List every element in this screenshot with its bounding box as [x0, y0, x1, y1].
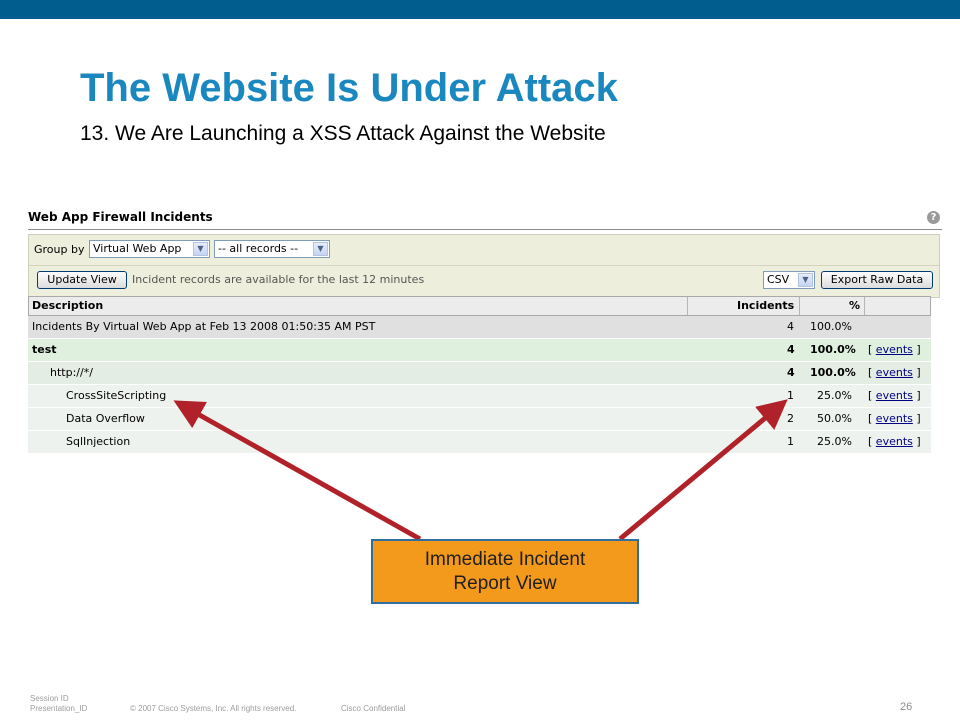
help-icon[interactable]: ?: [927, 211, 940, 224]
table-row: Incidents By Virtual Web App at Feb 13 2…: [28, 316, 931, 339]
format-value: CSV: [767, 273, 790, 286]
export-raw-data-button[interactable]: Export Raw Data: [821, 271, 933, 289]
bracket-close: ]: [916, 389, 921, 402]
table-row: http://*/ 4 100.0% [ events ]: [28, 362, 931, 385]
bracket-close: ]: [916, 343, 921, 356]
row-description: Data Overflow: [66, 412, 145, 425]
row-incidents: 4: [787, 343, 795, 356]
top-bar: [0, 0, 960, 19]
table-header: Description Incidents %: [28, 296, 931, 316]
row-percent: 100.0%: [810, 343, 856, 356]
chevron-down-icon: ▼: [798, 273, 813, 287]
row-description: Incidents By Virtual Web App at Feb 13 2…: [32, 320, 376, 333]
events-link[interactable]: events: [876, 366, 913, 379]
events-link-cell: [ events ]: [868, 362, 921, 384]
callout-line-2: Report View: [453, 573, 557, 594]
row-description: CrossSiteScripting: [66, 389, 167, 402]
format-select[interactable]: CSV ▼: [763, 271, 815, 289]
column-divider: [687, 297, 688, 315]
row-description: test: [32, 343, 57, 356]
panel-title: Web App Firewall Incidents: [28, 210, 213, 224]
callout-box: Immediate Incident Report View: [371, 539, 639, 604]
column-divider: [864, 297, 865, 315]
bracket-open: [: [868, 389, 873, 402]
bracket-open: [: [868, 366, 873, 379]
table-row: CrossSiteScripting 1 25.0% [ events ]: [28, 385, 931, 408]
bracket-open: [: [868, 343, 873, 356]
table-row: SqlInjection 1 25.0% [ events ]: [28, 431, 931, 454]
footer-copyright: © 2007 Cisco Systems, Inc. All rights re…: [130, 704, 297, 713]
bracket-open: [: [868, 412, 873, 425]
row-incidents: 1: [787, 435, 794, 448]
records-note: Incident records are available for the l…: [132, 273, 425, 286]
slide-title: The Website Is Under Attack: [80, 66, 618, 110]
row-percent: 25.0%: [817, 435, 852, 448]
chevron-down-icon: ▼: [313, 242, 328, 256]
events-link-cell: [ events ]: [868, 408, 921, 430]
slide-subtitle: 13. We Are Launching a XSS Attack Agains…: [80, 122, 606, 145]
column-divider: [799, 297, 800, 315]
events-link-cell: [ events ]: [868, 339, 921, 361]
bracket-close: ]: [916, 366, 921, 379]
row-description: SqlInjection: [66, 435, 131, 448]
events-link-cell: [ events ]: [868, 431, 921, 453]
row-percent: 50.0%: [817, 412, 852, 425]
chevron-down-icon: ▼: [193, 242, 208, 256]
callout-line-1: Immediate Incident: [424, 549, 586, 570]
events-link[interactable]: events: [876, 435, 913, 448]
row-incidents: 4: [787, 320, 794, 333]
events-link[interactable]: events: [876, 389, 913, 402]
toolbar-separator: [29, 265, 939, 266]
row-percent: 25.0%: [817, 389, 852, 402]
row-percent: 100.0%: [810, 320, 852, 333]
records-select[interactable]: -- all records -- ▼: [214, 240, 330, 258]
toolbar: Group by Virtual Web App ▼ -- all record…: [28, 234, 940, 298]
events-link-cell: [ events ]: [868, 385, 921, 407]
bracket-open: [: [868, 435, 873, 448]
row-incidents: 4: [787, 366, 795, 379]
incidents-table: Description Incidents % Incidents By Vir…: [28, 296, 931, 454]
group-by-value: Virtual Web App: [93, 242, 182, 255]
incidents-panel: Web App Firewall Incidents ? Group by Vi…: [28, 206, 942, 454]
row-incidents: 2: [787, 412, 794, 425]
group-by-select[interactable]: Virtual Web App ▼: [89, 240, 210, 258]
events-link[interactable]: events: [876, 412, 913, 425]
footer-presentation-id: Presentation_ID: [30, 704, 88, 713]
update-view-button[interactable]: Update View: [37, 271, 127, 289]
records-value: -- all records --: [218, 242, 299, 255]
table-row: Data Overflow 2 50.0% [ events ]: [28, 408, 931, 431]
row-percent: 100.0%: [810, 366, 856, 379]
panel-divider: [28, 229, 942, 230]
footer-session-id: Session ID: [30, 694, 69, 703]
page-number: 26: [900, 701, 913, 713]
events-link[interactable]: events: [876, 343, 913, 356]
row-incidents: 1: [787, 389, 794, 402]
footer-confidential: Cisco Confidential: [341, 704, 406, 713]
row-description: http://*/: [50, 366, 93, 379]
bracket-close: ]: [916, 412, 921, 425]
table-row: test 4 100.0% [ events ]: [28, 339, 931, 362]
group-by-label: Group by: [34, 243, 85, 256]
bracket-close: ]: [916, 435, 921, 448]
